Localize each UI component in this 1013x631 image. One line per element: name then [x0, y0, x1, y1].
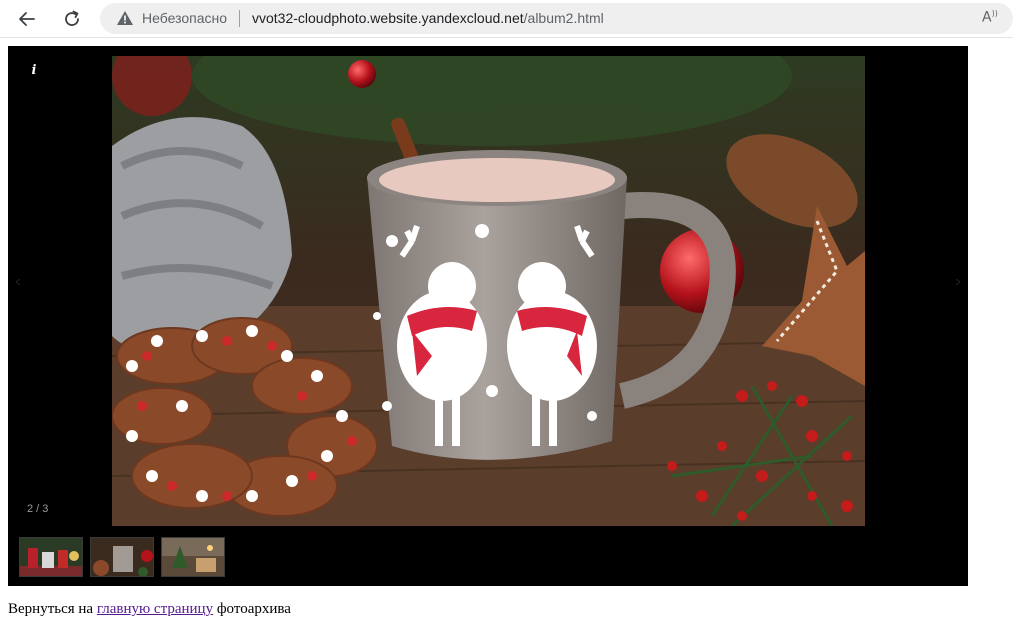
info-button[interactable]: i: [27, 63, 41, 79]
thumbnail-1[interactable]: [19, 537, 83, 577]
thumbnail-2[interactable]: [90, 537, 154, 577]
read-aloud-icon[interactable]: A)): [982, 9, 998, 26]
url-text[interactable]: vvot32-cloudphoto.website.yandexcloud.ne…: [252, 10, 604, 26]
photo-gallery: i 2 / 3: [8, 46, 968, 586]
reload-button[interactable]: [57, 4, 87, 34]
reload-icon: [65, 10, 79, 26]
browser-toolbar: Небезопасно vvot32-cloudphoto.website.ya…: [0, 0, 1013, 38]
footer-suffix: фотоархива: [216, 601, 291, 617]
footer-prefix: Вернуться на: [8, 601, 94, 617]
next-arrow-icon[interactable]: [954, 271, 962, 286]
main-photo[interactable]: [112, 56, 865, 526]
url-host: vvot32-cloudphoto.website.yandexcloud.ne…: [252, 10, 524, 26]
prev-arrow-icon[interactable]: [14, 271, 22, 286]
address-divider: [239, 10, 240, 27]
back-to-home-text: Вернуться на главную страницу фотоархива: [8, 601, 291, 618]
security-label[interactable]: Небезопасно: [142, 10, 227, 26]
warning-triangle-icon[interactable]: [116, 10, 134, 26]
address-bar[interactable]: Небезопасно vvot32-cloudphoto.website.ya…: [100, 3, 1013, 34]
home-page-link[interactable]: главную страницу: [97, 601, 213, 617]
url-path: /album2.html: [523, 10, 604, 26]
back-button[interactable]: [12, 4, 42, 34]
slide-counter: 2 / 3: [27, 503, 49, 515]
thumbnail-3[interactable]: [161, 537, 225, 577]
back-arrow-icon: [19, 12, 35, 26]
